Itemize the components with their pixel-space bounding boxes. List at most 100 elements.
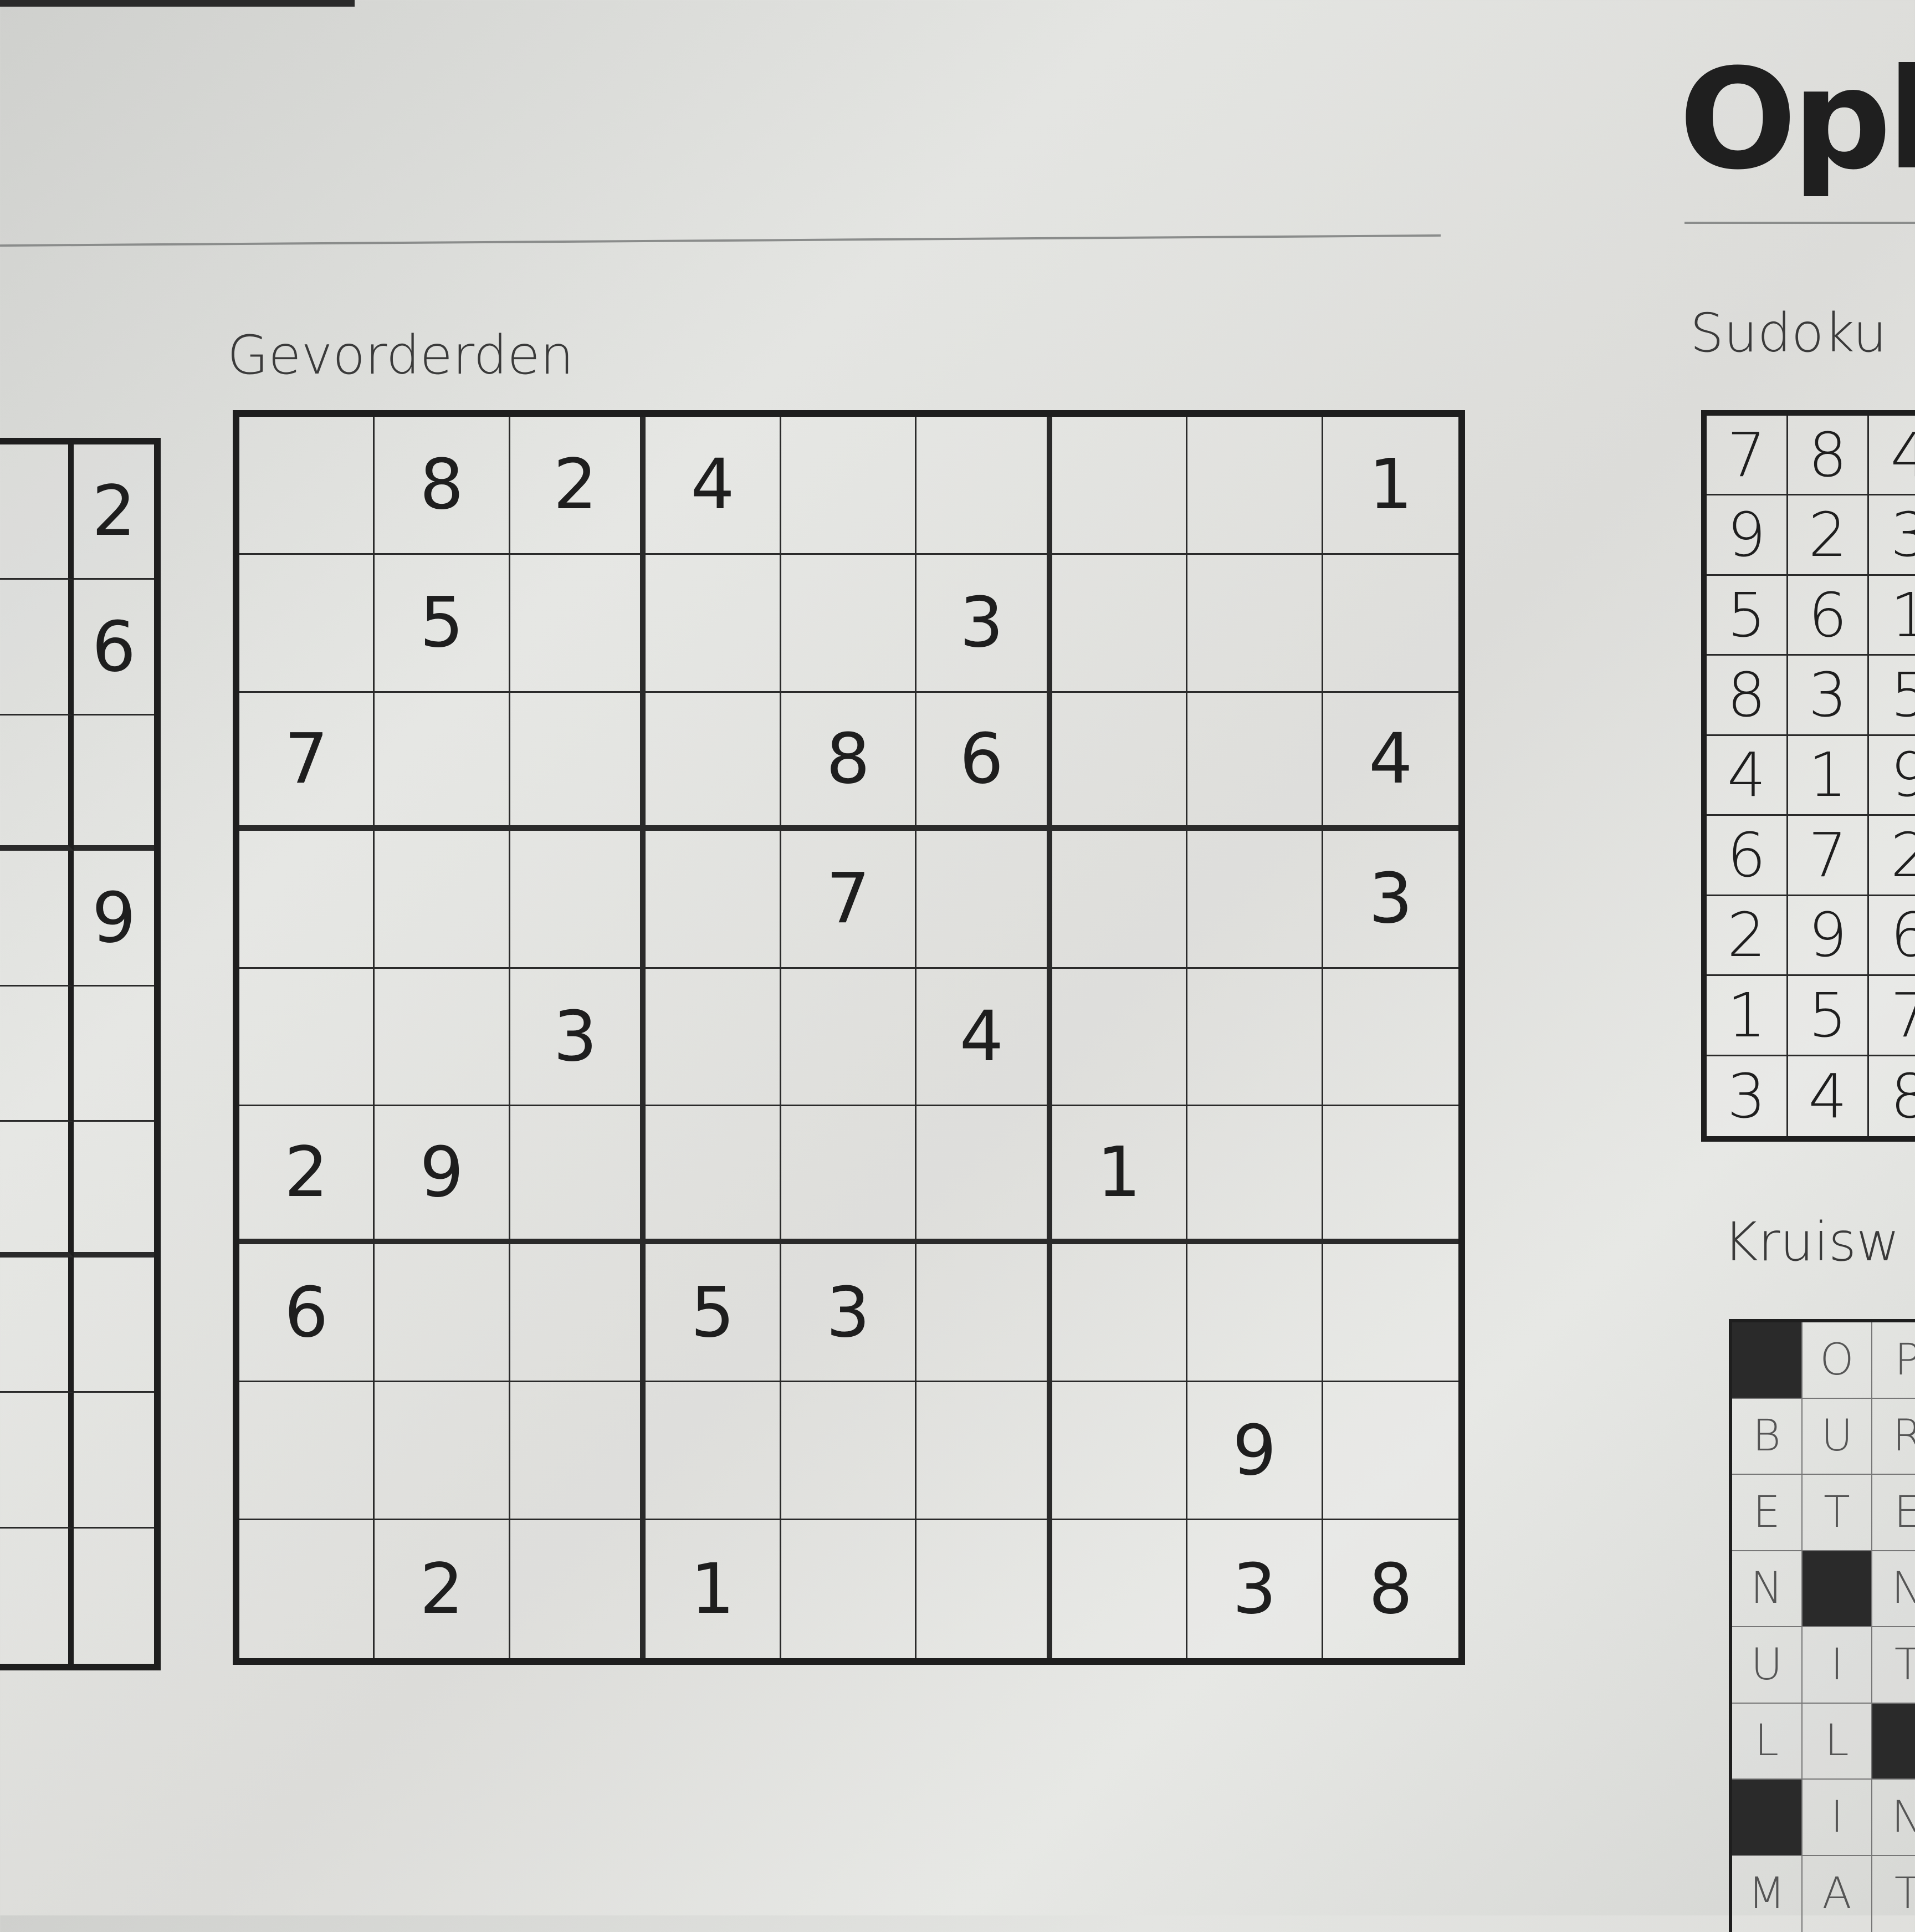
- sudoku-cell: 3: [916, 555, 1052, 693]
- solution-cell: 1: [1707, 976, 1788, 1056]
- solution-cell: 2: [1869, 816, 1915, 896]
- sudoku-cell: [74, 1122, 154, 1257]
- crossword-cell: L: [1732, 1704, 1803, 1780]
- sudoku-cell: [74, 715, 154, 851]
- crossword-cell: B: [1732, 1399, 1803, 1475]
- sudoku-cell: 3: [1187, 1520, 1323, 1658]
- sudoku-cell: [1187, 1244, 1323, 1382]
- black-square: [1872, 1704, 1915, 1780]
- crossword-cell: I: [1803, 1627, 1873, 1704]
- sudoku-cell: 9: [74, 851, 154, 986]
- black-square: [1803, 1551, 1873, 1628]
- sudoku-cell: [74, 1529, 154, 1664]
- solution-cell: 4: [1788, 1056, 1870, 1136]
- sudoku-cell: [1323, 1382, 1458, 1520]
- sudoku-solution-grid: 784923561835419672296157348: [1701, 410, 1915, 1142]
- crossword-cell: A: [1803, 1856, 1873, 1932]
- sudoku-cell: [646, 1382, 781, 1520]
- sudoku-cell: [781, 969, 916, 1107]
- sudoku-cell: [375, 831, 510, 969]
- sudoku-cell: 2: [239, 1106, 375, 1244]
- sudoku-cell: 4: [916, 969, 1052, 1107]
- sudoku-cell: [0, 987, 74, 1122]
- sudoku-cell: 6: [74, 580, 154, 715]
- sudoku-cell: [781, 1520, 916, 1658]
- crossword-cell: T: [1872, 1856, 1915, 1932]
- sudoku-cell: 3: [510, 969, 646, 1107]
- sudoku-cell: [239, 417, 375, 555]
- sudoku-cell: [916, 417, 1052, 555]
- sudoku-cell: 2: [74, 444, 154, 580]
- crossword-cell: E: [1872, 1475, 1915, 1551]
- sudoku-cell: [1323, 969, 1458, 1107]
- solution-cell: 4: [1869, 416, 1915, 495]
- solution-cell: 6: [1788, 576, 1870, 656]
- solution-cell: 6: [1869, 896, 1915, 976]
- sudoku-cell: [74, 1393, 154, 1528]
- crossword-solution-grid: OPBURETENNUITLLINMAT: [1729, 1319, 1915, 1932]
- crossword-cell: L: [1803, 1704, 1873, 1780]
- crossword-cell: I: [1803, 1780, 1873, 1856]
- crossword-cell: U: [1732, 1627, 1803, 1704]
- sudoku-cell: [0, 1529, 74, 1664]
- solution-cell: 8: [1788, 416, 1870, 495]
- sudoku-cell: [916, 1244, 1052, 1382]
- solution-cell: 5: [1707, 576, 1788, 656]
- sudoku-cell: [1323, 1106, 1458, 1244]
- sudoku-cell: 2: [510, 417, 646, 555]
- solution-cell: 3: [1788, 656, 1870, 735]
- sudoku-cell: [646, 693, 781, 831]
- sudoku-solution-label: Sudoku: [1690, 302, 1887, 364]
- sudoku-cell: [1052, 417, 1187, 555]
- solution-cell: 1: [1788, 736, 1870, 816]
- solution-cell: 6: [1707, 816, 1788, 896]
- sudoku-cell: 7: [239, 693, 375, 831]
- top-border: [0, 0, 355, 7]
- crossword-cell: R: [1872, 1399, 1915, 1475]
- sudoku-cell: 3: [781, 1244, 916, 1382]
- sudoku-cell: [0, 1258, 74, 1393]
- sudoku-cell: [0, 851, 74, 986]
- solution-cell: 9: [1788, 896, 1870, 976]
- sudoku-cell: 5: [375, 555, 510, 693]
- sudoku-cell: 6: [239, 1244, 375, 1382]
- sudoku-cell: [1052, 555, 1187, 693]
- sudoku-cell: [510, 1244, 646, 1382]
- sudoku-cell: [0, 1122, 74, 1257]
- sudoku-cell: [1052, 969, 1187, 1107]
- main-sudoku-grid: 8241537864733429165392138: [233, 410, 1465, 1665]
- sudoku-cell: [1323, 555, 1458, 693]
- sudoku-cell: 8: [375, 417, 510, 555]
- sudoku-cell: [510, 555, 646, 693]
- sudoku-cell: [510, 1382, 646, 1520]
- crossword-solution-label: Kruisw: [1723, 1211, 1899, 1273]
- sudoku-cell: [1052, 1244, 1187, 1382]
- sudoku-cell: 1: [1052, 1106, 1187, 1244]
- sudoku-cell: [646, 831, 781, 969]
- sudoku-cell: [510, 1106, 646, 1244]
- solution-cell: 5: [1869, 656, 1915, 735]
- sudoku-cell: 4: [1323, 693, 1458, 831]
- sudoku-cell: [1187, 555, 1323, 693]
- solution-cell: 8: [1707, 656, 1788, 735]
- crossword-cell: E: [1732, 1475, 1803, 1551]
- sudoku-cell: [0, 715, 74, 851]
- sudoku-cell: [916, 1106, 1052, 1244]
- sudoku-cell: 9: [1187, 1382, 1323, 1520]
- sudoku-cell: [0, 1393, 74, 1528]
- crossword-cell: T: [1803, 1475, 1873, 1551]
- sudoku-cell: [74, 987, 154, 1122]
- solution-cell: 9: [1707, 495, 1788, 575]
- section-divider-right: [1684, 222, 1915, 224]
- left-sudoku-partial: 26 9: [0, 438, 161, 1670]
- solution-cell: 3: [1707, 1056, 1788, 1136]
- black-square: [1732, 1780, 1803, 1856]
- sudoku-cell: [239, 1382, 375, 1520]
- crossword-cell: N: [1872, 1551, 1915, 1628]
- sudoku-cell: [781, 1106, 916, 1244]
- solutions-heading: Opl: [1679, 39, 1915, 200]
- sudoku-cell: [239, 831, 375, 969]
- sudoku-cell: 5: [646, 1244, 781, 1382]
- sudoku-cell: 1: [1323, 417, 1458, 555]
- sudoku-cell: [1052, 693, 1187, 831]
